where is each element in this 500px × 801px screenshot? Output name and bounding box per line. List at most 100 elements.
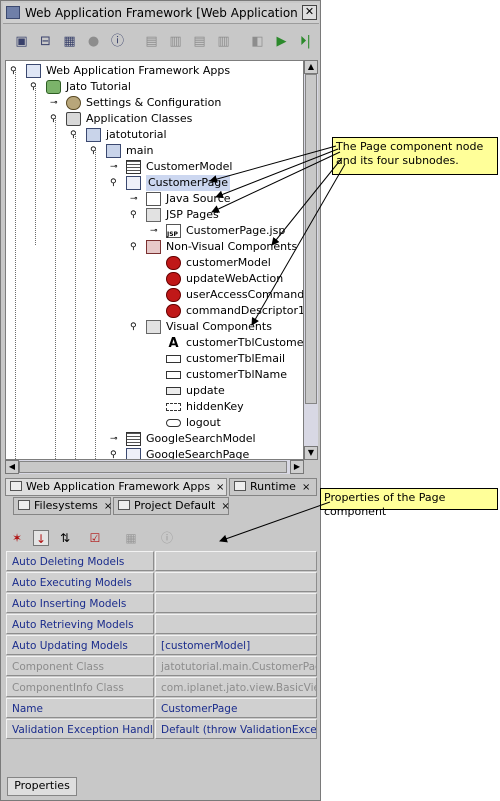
scroll-up-icon[interactable]: ▲ (304, 60, 318, 74)
static-text-icon: A (168, 336, 179, 351)
tree-node-customertblemail[interactable]: customerTblEmail (6, 351, 302, 367)
tree-node-jsp-pages[interactable]: ⚲ JSP Pages (6, 207, 302, 223)
new-project-icon[interactable]: ▣ (13, 33, 30, 50)
property-value[interactable] (155, 593, 317, 613)
node-expanded-icon[interactable]: ⚲ (130, 242, 140, 252)
bean-icon (166, 288, 181, 302)
tree-node-label: userAccessCommand (186, 288, 304, 301)
tree-node-settings-configuration[interactable]: ⊸ Settings & Configuration (6, 95, 302, 111)
property-value[interactable]: [customerModel] (155, 635, 317, 655)
property-name[interactable]: Validation Exception Handler (6, 719, 154, 739)
save-icon[interactable]: ▦ (61, 33, 78, 50)
node-expanded-icon[interactable]: ⚲ (130, 322, 140, 332)
horizontal-scroll-thumb[interactable] (19, 461, 287, 473)
tree-node-updatewebaction[interactable]: updateWebAction (6, 271, 302, 287)
tree-node-customertblname[interactable]: customerTblName (6, 367, 302, 383)
tree-node-customerpage-jsp[interactable]: ⊸ JSP CustomerPage.jsp (6, 223, 302, 239)
tree-node-label: customerTblName (186, 368, 288, 381)
node-collapsed-icon[interactable]: ⊸ (110, 162, 120, 172)
property-value[interactable] (155, 614, 317, 634)
property-name[interactable]: Auto Deleting Models (6, 551, 154, 571)
tab-web-application-framework-apps[interactable]: Web Application Framework Apps × (5, 478, 227, 496)
tree-node-googlesearchmodel[interactable]: ⊸ GoogleSearchModel (6, 431, 302, 447)
tree-node-update[interactable]: update (6, 383, 302, 399)
tree-node-visual-components[interactable]: ⚲ Visual Components (6, 319, 302, 335)
property-row: Auto Executing Models (6, 572, 317, 592)
node-expanded-icon[interactable]: ⚲ (110, 178, 120, 188)
property-value[interactable] (155, 551, 317, 571)
tree-vertical-scrollbar[interactable]: ▲ ▼ (304, 60, 318, 460)
app-window-icon (6, 6, 20, 19)
run-all-icon[interactable]: ⏵| (297, 33, 314, 50)
property-row: Component Class jatotutorial.main.Custome… (6, 656, 317, 676)
property-name[interactable]: Name (6, 698, 154, 718)
run-disabled-icon: ● (87, 34, 100, 49)
bean-icon (166, 272, 181, 286)
property-name[interactable]: Auto Executing Models (6, 572, 154, 592)
apps-root-icon (26, 64, 41, 78)
tab-close-icon[interactable]: × (221, 501, 229, 512)
sort-by-name-icon[interactable]: ↓ (33, 530, 49, 546)
tree-node-main[interactable]: ⚲ main (6, 143, 302, 159)
explorer-tabs-row-1: Web Application Framework Apps × Runtime × (3, 478, 319, 498)
scroll-right-icon[interactable]: ▶ (290, 460, 304, 474)
property-value[interactable] (155, 572, 317, 592)
tree-node-label: Settings & Configuration (86, 96, 222, 109)
sort-by-type-icon[interactable]: ⇅ (57, 530, 73, 546)
tree-node-java-source[interactable]: ⊸ Java Source (6, 191, 302, 207)
tree-node-non-visual-components[interactable]: ⚲ Non-Visual Components (6, 239, 302, 255)
property-name[interactable]: Auto Inserting Models (6, 593, 154, 613)
node-collapsed-icon[interactable]: ⊸ (110, 434, 120, 444)
tree-node-googlesearchpage[interactable]: ⚲ GoogleSearchPage (6, 447, 302, 459)
tab-project-default[interactable]: Project Default × (113, 497, 230, 515)
tree-node-hiddenkey[interactable]: hiddenKey (6, 399, 302, 415)
tree-node-label: logout (186, 416, 221, 429)
tool-disabled-icon-2: ▥ (169, 34, 182, 49)
run-icon[interactable]: ▶ (273, 33, 290, 50)
href-icon (166, 419, 181, 427)
tree-node-jatotutorial[interactable]: ⚲ jatotutorial (6, 127, 302, 143)
tree-node-commanddescriptor1[interactable]: commandDescriptor1 (6, 303, 303, 319)
sort-unsorted-icon[interactable]: ✶ (9, 530, 25, 546)
node-collapsed-icon[interactable]: ⊸ (130, 194, 140, 204)
node-collapsed-icon[interactable]: ⊸ (150, 226, 160, 236)
classes-icon (66, 112, 81, 126)
node-collapsed-icon[interactable]: ⊸ (50, 98, 60, 108)
tab-close-icon[interactable]: × (216, 482, 224, 493)
property-name[interactable]: Auto Updating Models (6, 635, 154, 655)
explorer-window: Web Application Framework [Web Applicati… (0, 0, 321, 801)
tree-node-jato-tutorial[interactable]: ⚲ Jato Tutorial (6, 79, 302, 95)
scroll-left-icon[interactable]: ◀ (5, 460, 19, 474)
tree-guide-line (95, 149, 96, 459)
property-name[interactable]: Component Class (6, 656, 154, 676)
help-icon[interactable]: ⓘ (109, 33, 126, 50)
node-expanded-icon[interactable]: ⚲ (110, 450, 120, 459)
close-icon[interactable]: ✕ (302, 5, 317, 20)
tree-node-label: CustomerPage.jsp (186, 224, 286, 237)
tab-close-icon[interactable]: × (104, 501, 112, 512)
property-value[interactable]: CustomerPage (155, 698, 317, 718)
tree-node-customerpage[interactable]: ⚲ CustomerPage (6, 175, 302, 191)
open-icon[interactable]: ⊟ (37, 33, 54, 50)
property-name[interactable]: ComponentInfo Class (6, 677, 154, 697)
tab-close-icon[interactable]: × (302, 482, 310, 493)
tree-node-application-classes[interactable]: ⚲ Application Classes (6, 111, 302, 127)
property-row: Auto Retrieving Models (6, 614, 317, 634)
property-value[interactable]: Default (throw ValidationExcepti (155, 719, 317, 739)
scroll-down-icon[interactable]: ▼ (304, 446, 318, 460)
filter-icon[interactable]: ☑ (87, 530, 103, 546)
tab-properties[interactable]: Properties (7, 777, 77, 796)
node-expanded-icon[interactable]: ⚲ (130, 210, 140, 220)
property-name[interactable]: Auto Retrieving Models (6, 614, 154, 634)
tree-horizontal-scrollbar[interactable]: ◀ ▶ (5, 460, 304, 474)
java-source-icon (146, 192, 161, 206)
tab-filesystems[interactable]: Filesystems × (13, 497, 112, 515)
tree-node-customermodel[interactable]: ⊸ CustomerModel (6, 159, 302, 175)
tree-node-customermodel[interactable]: customerModel (6, 255, 302, 271)
tab-runtime[interactable]: Runtime × (229, 478, 317, 496)
tree-node-useraccesscommand[interactable]: userAccessCommand (6, 287, 304, 303)
scroll-thumb[interactable] (305, 74, 317, 404)
tree-node-customertblcustomernum[interactable]: AcustomerTblCustomerNum (6, 335, 303, 351)
tree-node-web-application-framework-apps[interactable]: ⚲ Web Application Framework Apps (6, 63, 302, 79)
tree-node-logout[interactable]: logout (6, 415, 302, 431)
